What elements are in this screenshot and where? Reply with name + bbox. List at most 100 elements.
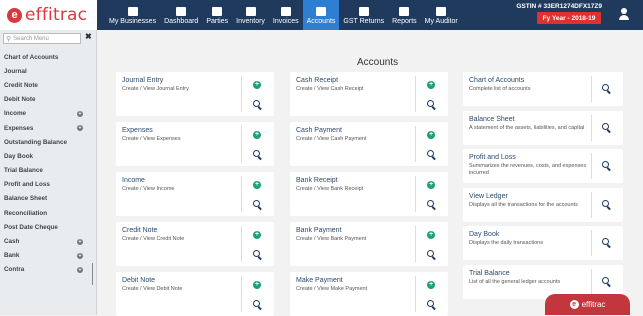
sidebar-item-label: Contra (4, 266, 25, 274)
view-search-icon[interactable] (253, 200, 263, 211)
view-search-icon[interactable] (602, 276, 612, 287)
card-title[interactable]: Income (122, 177, 145, 184)
card-divider (591, 230, 592, 256)
nav-my-businesses[interactable]: My Businesses (105, 0, 160, 30)
sidebar-item[interactable]: Credit Note (0, 78, 97, 92)
card-title[interactable]: Trial Balance (469, 270, 510, 277)
nav-inventory[interactable]: Inventory (232, 0, 269, 30)
nav-gst-returns[interactable]: GST Returns (339, 0, 388, 30)
sidebar-item-label: Profit and Loss (4, 181, 50, 189)
expand-icon[interactable]: + (77, 110, 83, 117)
sidebar-item[interactable]: Contra + (0, 263, 97, 277)
view-search-icon[interactable] (427, 300, 437, 311)
user-icon[interactable] (619, 8, 629, 20)
dashboard-icon (176, 7, 187, 16)
nav-reports[interactable]: Reports (388, 0, 421, 30)
sidebar-item[interactable]: Outstanding Balance (0, 135, 97, 149)
sidebar-item[interactable]: Expenses + (0, 121, 97, 135)
expand-icon[interactable]: + (77, 238, 83, 245)
sidebar-item-label: Reconciliation (4, 209, 48, 217)
view-search-icon[interactable] (602, 161, 612, 172)
inventory-icon (245, 7, 256, 16)
card-title[interactable]: Bank Payment (296, 227, 342, 234)
card-title[interactable]: Expenses (122, 127, 153, 134)
sidebar-item[interactable]: Balance Sheet (0, 192, 97, 206)
nav-dashboard[interactable]: Dashboard (160, 0, 202, 30)
sidebar-item[interactable]: Reconciliation (0, 206, 97, 220)
expand-icon[interactable]: + (77, 125, 83, 132)
account-card: Cash Receipt Create / View Cash Receipt + (290, 72, 448, 116)
card-title[interactable]: Balance Sheet (469, 116, 515, 123)
sidebar: ⚲ Search Menu ✖ Chart of Accounts Journal… (0, 30, 97, 315)
add-icon[interactable]: + (427, 231, 435, 239)
brand-logo[interactable]: e effitrac (0, 0, 97, 30)
nav-my-auditor[interactable]: My Auditor (421, 0, 462, 30)
expand-icon[interactable]: + (77, 266, 83, 273)
view-search-icon[interactable] (427, 200, 437, 211)
sidebar-item[interactable]: Trial Balance (0, 164, 97, 178)
sidebar-item[interactable]: Income + (0, 107, 97, 121)
auditor-icon (436, 7, 447, 16)
view-search-icon[interactable] (602, 199, 612, 210)
sidebar-item-label: Credit Note (4, 81, 38, 89)
invoice-icon (280, 7, 291, 16)
card-title[interactable]: Journal Entry (122, 77, 163, 84)
add-icon[interactable]: + (253, 281, 261, 289)
card-title[interactable]: Debit Note (122, 277, 155, 284)
view-search-icon[interactable] (253, 250, 263, 261)
add-icon[interactable]: + (253, 231, 261, 239)
add-icon[interactable]: + (427, 131, 435, 139)
card-title[interactable]: Day Book (469, 231, 499, 238)
sidebar-item[interactable]: Chart of Accounts (0, 50, 97, 64)
sidebar-item[interactable]: Profit and Loss (0, 178, 97, 192)
add-icon[interactable]: + (253, 81, 261, 89)
view-search-icon[interactable] (253, 150, 263, 161)
view-search-icon[interactable] (253, 300, 263, 311)
card-title[interactable]: Chart of Accounts (469, 77, 524, 84)
close-sidebar-icon[interactable]: ✖ (85, 32, 92, 41)
view-search-icon[interactable] (602, 238, 612, 249)
view-search-icon[interactable] (602, 122, 612, 133)
card-title[interactable]: Bank Receipt (296, 177, 338, 184)
sidebar-item[interactable]: Cash + (0, 234, 97, 248)
add-icon[interactable]: + (253, 181, 261, 189)
expand-icon[interactable]: + (77, 252, 83, 259)
add-icon[interactable]: + (253, 131, 261, 139)
card-title[interactable]: Cash Receipt (296, 77, 338, 84)
card-subtitle: Create / View Journal Entry (122, 86, 189, 92)
sidebar-item[interactable]: Journal (0, 64, 97, 78)
card-title[interactable]: Profit and Loss (469, 154, 516, 161)
sidebar-item[interactable]: Post Date Cheque (0, 220, 97, 234)
add-icon[interactable]: + (427, 181, 435, 189)
card-title[interactable]: Credit Note (122, 227, 157, 234)
card-divider (415, 276, 416, 312)
add-icon[interactable]: + (427, 81, 435, 89)
view-search-icon[interactable] (427, 250, 437, 261)
view-search-icon[interactable] (427, 100, 437, 111)
view-search-icon[interactable] (427, 150, 437, 161)
nav-parties[interactable]: Parties (202, 0, 232, 30)
card-title[interactable]: View Ledger (469, 193, 508, 200)
sidebar-item[interactable]: Day Book (0, 149, 97, 163)
card-title[interactable]: Cash Payment (296, 127, 342, 134)
nav-accounts[interactable]: Accounts (302, 0, 340, 30)
card-title[interactable]: Make Payment (296, 277, 343, 284)
view-search-icon[interactable] (602, 84, 612, 95)
card-divider (241, 176, 242, 212)
sidebar-item[interactable]: Bank + (0, 249, 97, 263)
sidebar-menu: Chart of Accounts Journal Credit Note Debit… (0, 50, 97, 277)
add-icon[interactable]: + (427, 281, 435, 289)
sidebar-item[interactable]: Debit Note (0, 93, 97, 107)
sidebar-item-label: Balance Sheet (4, 195, 48, 203)
view-search-icon[interactable] (253, 100, 263, 111)
card-subtitle: Create / View Make Payment (296, 286, 368, 292)
sidebar-scrollbar[interactable] (92, 263, 93, 285)
gst-icon (358, 7, 369, 16)
sidebar-item-label: Expenses (4, 124, 34, 132)
fy-year-badge[interactable]: Fy Year - 2018-19 (537, 12, 601, 24)
card-subtitle: Summarizes the revenues, costs, and expe… (469, 163, 587, 176)
account-card: Expenses Create / View Expenses + (116, 122, 274, 166)
card-subtitle: Create / View Bank Receipt (296, 186, 364, 192)
nav-invoices[interactable]: Invoices (269, 0, 303, 30)
search-menu-input[interactable]: ⚲ Search Menu (3, 33, 81, 44)
